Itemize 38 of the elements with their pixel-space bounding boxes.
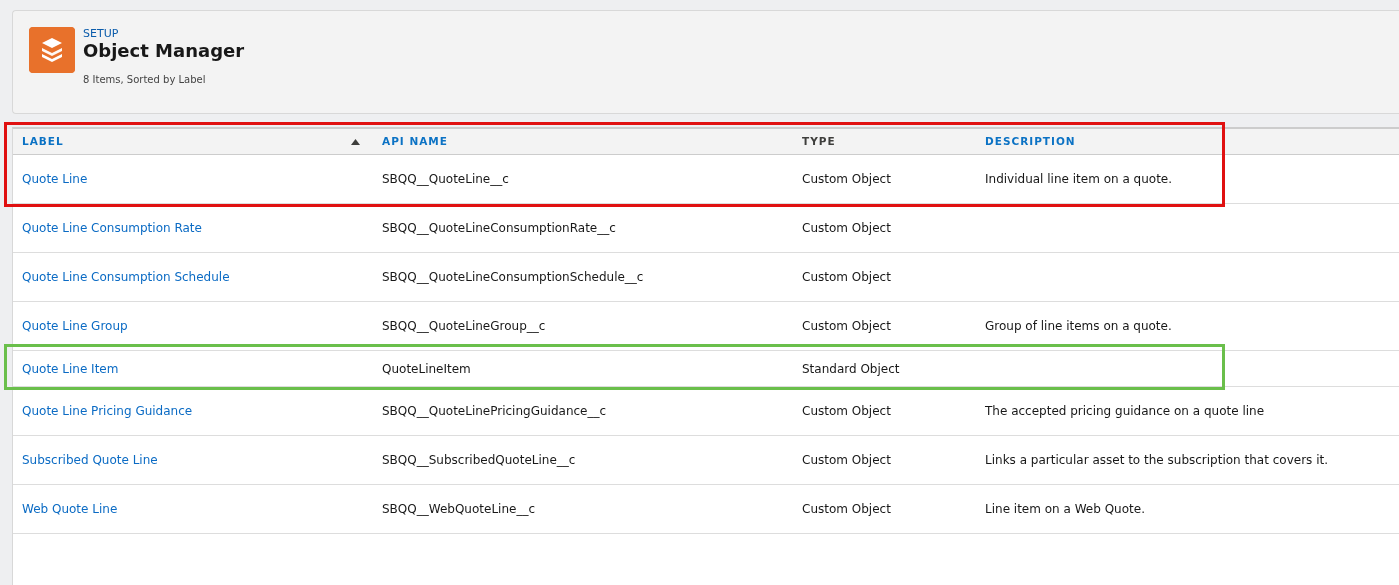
stacked-layers-icon (29, 27, 75, 73)
api-name-cell-text: SBQQ__QuoteLineGroup__c (382, 318, 546, 335)
description-cell-text: The accepted pricing guidance on a quote line (985, 403, 1265, 420)
object-link[interactable]: Quote Line Pricing Guidance (22, 402, 193, 420)
breadcrumb-label: SETUP (83, 27, 120, 40)
column-header: TYPE (802, 133, 836, 149)
object-link[interactable]: Quote Line Item (22, 359, 119, 378)
type-cell-text: Custom Object (802, 501, 891, 518)
page-title: Object Manager (83, 40, 245, 62)
item-count-text: 8 Items, Sorted by Label (83, 73, 207, 87)
object-link[interactable]: Quote Line Consumption Rate (22, 219, 202, 237)
column-header[interactable]: API NAME (382, 133, 448, 150)
type-cell-text: Custom Object (802, 452, 891, 469)
object-link[interactable]: Quote Line (22, 170, 88, 188)
type-cell-text: Custom Object (802, 269, 891, 286)
object-link[interactable]: Subscribed Quote Line (22, 451, 158, 469)
api-name-cell-text: SBQQ__SubscribedQuoteLine__c (382, 452, 576, 469)
api-name-cell-text: SBQQ__QuoteLineConsumptionSchedule__c (382, 269, 644, 286)
description-cell-text: Individual line item on a quote. (985, 171, 1173, 188)
api-name-cell-text: SBQQ__WebQuoteLine__c (382, 501, 535, 518)
sort-ascending-icon[interactable] (351, 138, 360, 145)
description-cell-text: Links a particular asset to the subscription that covers it. (985, 452, 1328, 469)
type-cell-text: Custom Object (802, 318, 891, 335)
object-link[interactable]: Web Quote Line (22, 500, 118, 518)
description-cell-text: Group of line items on a quote. (985, 318, 1172, 335)
object-link[interactable]: Quote Line Consumption Schedule (22, 268, 230, 286)
column-header[interactable]: DESCRIPTION (985, 133, 1076, 150)
description-cell-text: Line item on a Web Quote. (985, 501, 1145, 518)
type-cell-text: Custom Object (802, 403, 891, 420)
type-cell-text: Custom Object (802, 220, 891, 237)
api-name-cell-text: SBQQ__QuoteLineConsumptionRate__c (382, 220, 616, 237)
api-name-cell-text: SBQQ__QuoteLinePricingGuidance__c (382, 403, 607, 420)
column-header[interactable]: LABEL (22, 133, 64, 150)
api-name-cell-text: SBQQ__QuoteLine__c (382, 171, 509, 188)
type-cell-text: Custom Object (802, 171, 891, 188)
api-name-cell-text: QuoteLineItem (382, 360, 471, 378)
type-cell-text: Standard Object (802, 360, 900, 378)
object-link[interactable]: Quote Line Group (22, 317, 128, 335)
